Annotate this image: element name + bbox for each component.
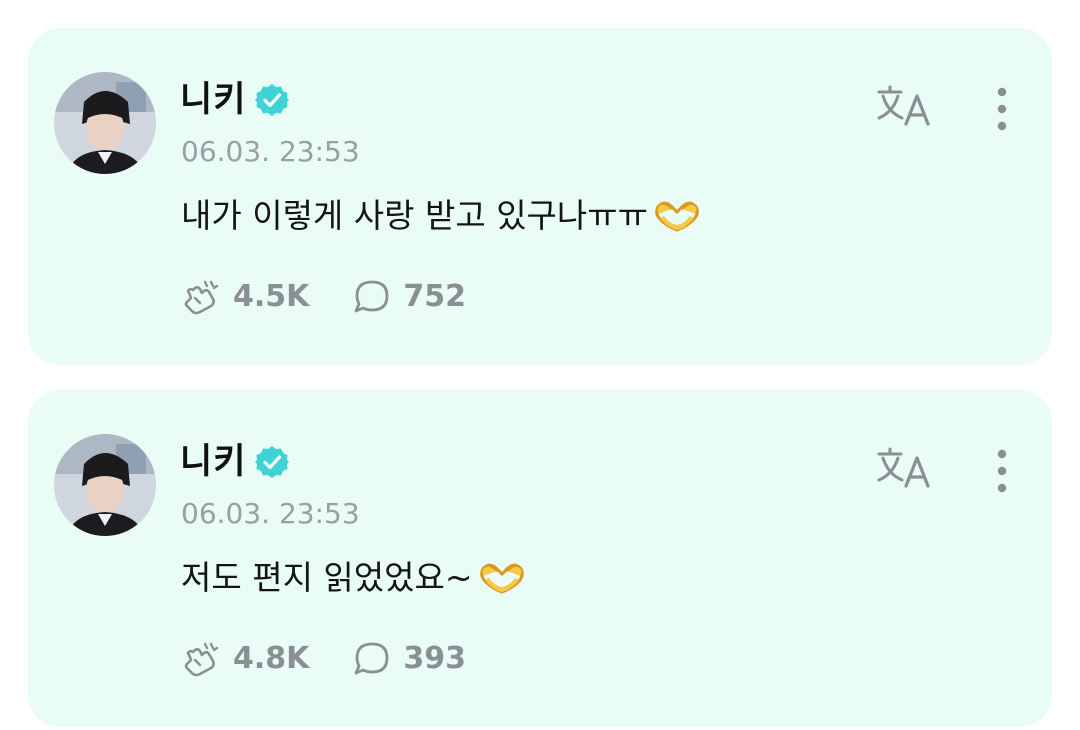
- feed: 니키 06.03. 23:53 내가 이렇게 사랑 받고 있구나ㅠㅠ 4.5K …: [0, 0, 1080, 730]
- more-vertical-icon[interactable]: [986, 446, 1018, 496]
- like-button[interactable]: 4.5K: [181, 275, 309, 319]
- post-card[interactable]: 니키 06.03. 23:53 저도 편지 읽었었요~ 4.8K 393: [28, 390, 1052, 727]
- verified-badge-icon: [255, 446, 290, 478]
- post-stats: 4.5K 752: [181, 275, 508, 319]
- heart-hands-emoji: [655, 201, 699, 232]
- comment-count: 752: [403, 279, 467, 314]
- cheer-hand-icon: [184, 280, 219, 315]
- like-count: 4.8K: [233, 641, 310, 676]
- author-name[interactable]: 니키: [180, 440, 246, 484]
- translate-icon[interactable]: [876, 446, 934, 490]
- timestamp: 06.03. 23:53: [181, 497, 360, 530]
- heart-hands-emoji: [479, 563, 524, 594]
- comment-button[interactable]: 393: [351, 637, 466, 681]
- comment-count: 393: [403, 641, 467, 676]
- avatar[interactable]: [54, 72, 156, 174]
- post-stats: 4.8K 393: [181, 637, 508, 681]
- more-vertical-icon[interactable]: [986, 84, 1018, 134]
- post-card[interactable]: 니키 06.03. 23:53 내가 이렇게 사랑 받고 있구나ㅠㅠ 4.5K …: [28, 28, 1052, 365]
- like-count: 4.5K: [233, 279, 310, 314]
- author-row: 니키: [180, 440, 290, 484]
- comment-button[interactable]: 752: [351, 275, 466, 319]
- post-body: 내가 이렇게 사랑 받고 있구나ㅠㅠ: [181, 196, 648, 235]
- cheer-hand-icon: [184, 642, 219, 677]
- author-row: 니키: [180, 78, 290, 122]
- timestamp: 06.03. 23:53: [181, 135, 360, 168]
- verified-badge-icon: [255, 84, 290, 116]
- post-text: 저도 편지 읽었었요~: [181, 554, 527, 602]
- author-name[interactable]: 니키: [180, 78, 246, 122]
- like-button[interactable]: 4.8K: [181, 637, 309, 681]
- comment-bubble-icon: [355, 280, 389, 313]
- translate-icon[interactable]: [876, 84, 934, 128]
- post-body: 저도 편지 읽었었요~: [181, 558, 473, 597]
- post-text: 내가 이렇게 사랑 받고 있구나ㅠㅠ: [181, 192, 702, 240]
- avatar[interactable]: [54, 434, 156, 536]
- comment-bubble-icon: [355, 642, 389, 675]
